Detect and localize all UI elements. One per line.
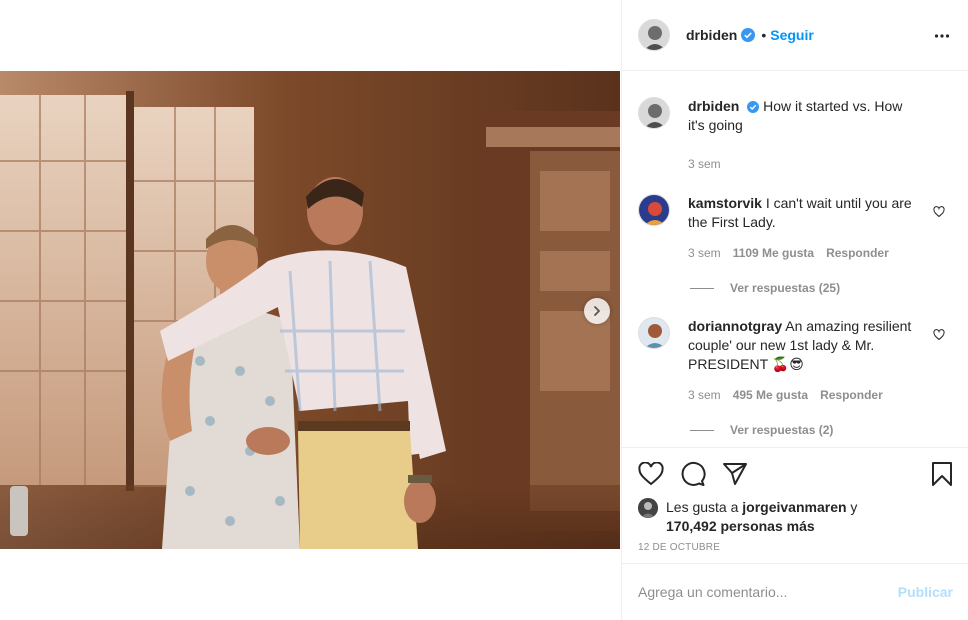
follow-button[interactable]: Seguir bbox=[770, 27, 814, 43]
avatar[interactable] bbox=[638, 194, 670, 226]
comment: kamstorvik I can't wait until you are th… bbox=[638, 194, 953, 263]
comment: doriannotgray An amazing resilient coupl… bbox=[638, 317, 953, 405]
view-replies-button[interactable]: Ver respuestas (2) bbox=[690, 423, 953, 437]
reply-button[interactable]: Responder bbox=[826, 244, 889, 263]
post-header: drbiden • Seguir bbox=[622, 0, 968, 71]
post-date[interactable]: 12 DE OCTUBRE bbox=[638, 542, 953, 553]
post-actions: Les gusta a jorgeivanmaren y 170,492 per… bbox=[622, 447, 968, 553]
likes-joiner: y bbox=[846, 499, 858, 515]
avatar[interactable] bbox=[638, 498, 658, 518]
publish-button[interactable]: Publicar bbox=[898, 584, 953, 600]
heart-icon[interactable] bbox=[933, 206, 945, 218]
replies-divider bbox=[690, 429, 714, 431]
view-replies-button[interactable]: Ver respuestas (25) bbox=[690, 281, 953, 295]
verified-icon bbox=[741, 28, 756, 42]
heart-icon[interactable] bbox=[638, 462, 664, 486]
avatar[interactable] bbox=[638, 97, 670, 129]
more-icon[interactable] bbox=[934, 28, 950, 44]
share-icon[interactable] bbox=[722, 462, 748, 486]
reply-button[interactable]: Responder bbox=[820, 386, 883, 405]
photo-panel bbox=[0, 0, 620, 620]
avatar[interactable] bbox=[638, 317, 670, 349]
next-photo-button[interactable] bbox=[584, 298, 610, 324]
comment-icon[interactable] bbox=[680, 461, 706, 487]
separator: • bbox=[761, 27, 767, 43]
avatar[interactable] bbox=[638, 19, 670, 51]
post-sidebar: drbiden • Seguir drbiden How it started … bbox=[621, 0, 968, 620]
comment-input[interactable]: Agrega un comentario... bbox=[638, 584, 787, 600]
comments-section: drbiden How it started vs. How it's goin… bbox=[622, 71, 968, 447]
replies-divider bbox=[690, 287, 714, 289]
caption-username[interactable]: drbiden bbox=[688, 98, 739, 114]
heart-icon[interactable] bbox=[933, 329, 945, 341]
comment-username[interactable]: doriannotgray bbox=[688, 318, 782, 334]
caption-time[interactable]: 3 sem bbox=[688, 155, 721, 174]
likes-prefix: Les gusta a bbox=[666, 499, 743, 515]
bookmark-icon[interactable] bbox=[931, 461, 953, 487]
verified-icon bbox=[747, 101, 760, 113]
likes-summary: Les gusta a jorgeivanmaren y 170,492 per… bbox=[638, 498, 953, 536]
chevron-right-icon bbox=[594, 306, 600, 316]
add-comment-bar: Agrega un comentario... Publicar bbox=[622, 563, 968, 620]
likes-others[interactable]: 170,492 personas más bbox=[666, 518, 815, 534]
view-replies-label: Ver respuestas (25) bbox=[730, 281, 841, 295]
comment-time[interactable]: 3 sem bbox=[688, 386, 721, 405]
liker-username[interactable]: jorgeivanmaren bbox=[742, 499, 846, 515]
caption: drbiden How it started vs. How it's goin… bbox=[638, 97, 953, 174]
username[interactable]: drbiden bbox=[686, 27, 737, 43]
comment-username[interactable]: kamstorvik bbox=[688, 195, 762, 211]
comment-likes[interactable]: 1109 Me gusta bbox=[733, 244, 814, 263]
view-replies-label: Ver respuestas (2) bbox=[730, 423, 834, 437]
post-photo[interactable] bbox=[0, 71, 620, 549]
comment-likes[interactable]: 495 Me gusta bbox=[733, 386, 808, 405]
comment-time[interactable]: 3 sem bbox=[688, 244, 721, 263]
